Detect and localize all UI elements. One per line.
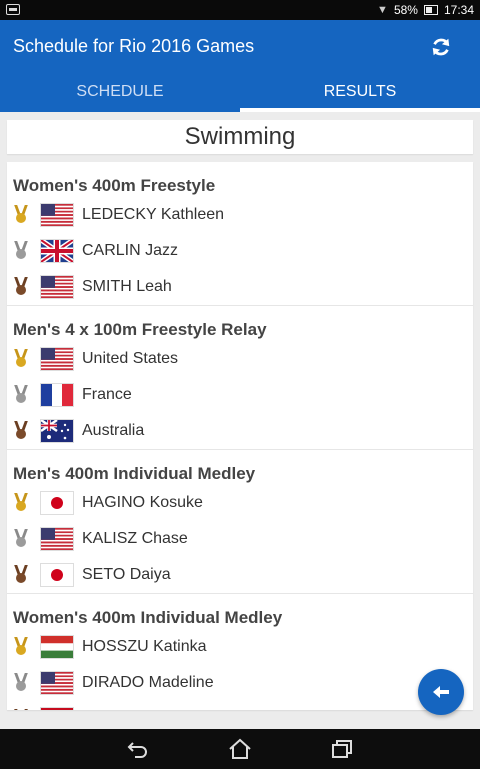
gold-medal-icon <box>13 493 29 513</box>
gold-medal-icon <box>13 205 29 225</box>
event-section: Women's 400m Individual Medley HOSSZU Kat… <box>7 594 473 710</box>
athlete-name: LEDECKY Kathleen <box>82 206 225 223</box>
usa-flag-icon <box>40 203 74 227</box>
athlete-name: United States <box>82 350 179 367</box>
silver-medal-icon <box>13 673 29 693</box>
event-section: Men's 4 x 100m Freestyle Relay United Sta… <box>7 306 473 450</box>
result-row[interactable]: United States <box>7 341 473 377</box>
athlete-name: KALISZ Chase <box>82 530 188 547</box>
usa-flag-icon <box>40 347 74 371</box>
event-title: Men's 4 x 100m Freestyle Relay <box>13 320 267 339</box>
app-title: Schedule for Rio 2016 Games <box>13 36 255 56</box>
event-title: Men's 400m Individual Medley <box>13 464 256 483</box>
gold-medal-icon <box>13 637 29 657</box>
athlete-name: HAGINO Kosuke <box>82 494 203 511</box>
home-icon[interactable] <box>226 737 254 761</box>
result-row[interactable]: DIRADO Madeline <box>7 665 473 701</box>
esp-flag-icon <box>40 707 74 710</box>
battery-icon <box>423 5 438 15</box>
wifi-icon: ▼ <box>377 4 388 16</box>
bronze-medal-icon <box>13 709 29 710</box>
event-title: Women's 400m Individual Medley <box>13 608 283 627</box>
sport-title: Swimming <box>7 120 473 154</box>
tab-bar: SCHEDULE RESULTS <box>0 72 480 112</box>
usa-flag-icon <box>40 527 74 551</box>
result-row[interactable]: SMITH Leah <box>7 269 473 305</box>
result-row[interactable]: SETO Daiya <box>7 557 473 593</box>
result-row[interactable]: France <box>7 377 473 413</box>
back-icon[interactable] <box>124 737 152 761</box>
athlete-name: SETO Daiya <box>82 566 171 583</box>
result-row[interactable]: LEDECKY Kathleen <box>7 197 473 233</box>
gold-medal-icon <box>13 349 29 369</box>
bronze-medal-icon <box>13 565 29 585</box>
result-row[interactable]: CARLIN Jazz <box>7 233 473 269</box>
result-row[interactable]: HOSSZU Katinka <box>7 629 473 665</box>
athlete-name: HOSSZU Katinka <box>82 638 207 655</box>
back-fab[interactable] <box>418 669 464 715</box>
athlete-name: SMITH Leah <box>82 278 172 295</box>
notification-icon <box>6 4 20 15</box>
result-row[interactable]: HAGINO Kosuke <box>7 485 473 521</box>
status-bar: ▼ 58% 17:34 <box>0 0 480 20</box>
bronze-medal-icon <box>13 421 29 441</box>
fra-flag-icon <box>40 383 74 407</box>
silver-medal-icon <box>13 385 29 405</box>
silver-medal-icon <box>13 529 29 549</box>
usa-flag-icon <box>40 275 74 299</box>
arrow-left-icon <box>433 686 449 698</box>
aus-flag-icon <box>40 419 74 443</box>
silver-medal-icon <box>13 241 29 261</box>
jpn-flag-icon <box>40 563 74 587</box>
result-row[interactable]: Australia <box>7 413 473 449</box>
event-section: Men's 400m Individual Medley HAGINO Kosuk… <box>7 450 473 594</box>
refresh-icon[interactable] <box>428 34 454 60</box>
battery-level: 58% <box>393 3 418 17</box>
bronze-medal-icon <box>13 277 29 297</box>
recent-apps-icon[interactable] <box>328 737 356 761</box>
athlete-name: DIRADO Madeline <box>82 674 214 691</box>
usa-flag-icon <box>40 671 74 695</box>
athlete-name: Australia <box>82 422 145 439</box>
tab-results[interactable]: RESULTS <box>240 72 480 112</box>
athlete-name: CARLIN Jazz <box>82 242 179 259</box>
system-nav-bar <box>0 729 480 769</box>
app-bar: Schedule for Rio 2016 Games <box>0 20 480 72</box>
gbr-flag-icon <box>40 239 74 263</box>
result-row[interactable]: BELMONTE GARCIA Mireia <box>7 701 473 710</box>
result-row[interactable]: KALISZ Chase <box>7 521 473 557</box>
event-title: Women's 400m Freestyle <box>13 176 216 195</box>
athlete-name: France <box>82 386 132 403</box>
results-list[interactable]: Women's 400m Freestyle LEDECKY Kathleen CA… <box>7 162 473 710</box>
jpn-flag-icon <box>40 491 74 515</box>
hun-flag-icon <box>40 635 74 659</box>
tab-schedule[interactable]: SCHEDULE <box>0 72 240 112</box>
event-section: Women's 400m Freestyle LEDECKY Kathleen CA… <box>7 162 473 306</box>
clock: 17:34 <box>443 3 474 17</box>
